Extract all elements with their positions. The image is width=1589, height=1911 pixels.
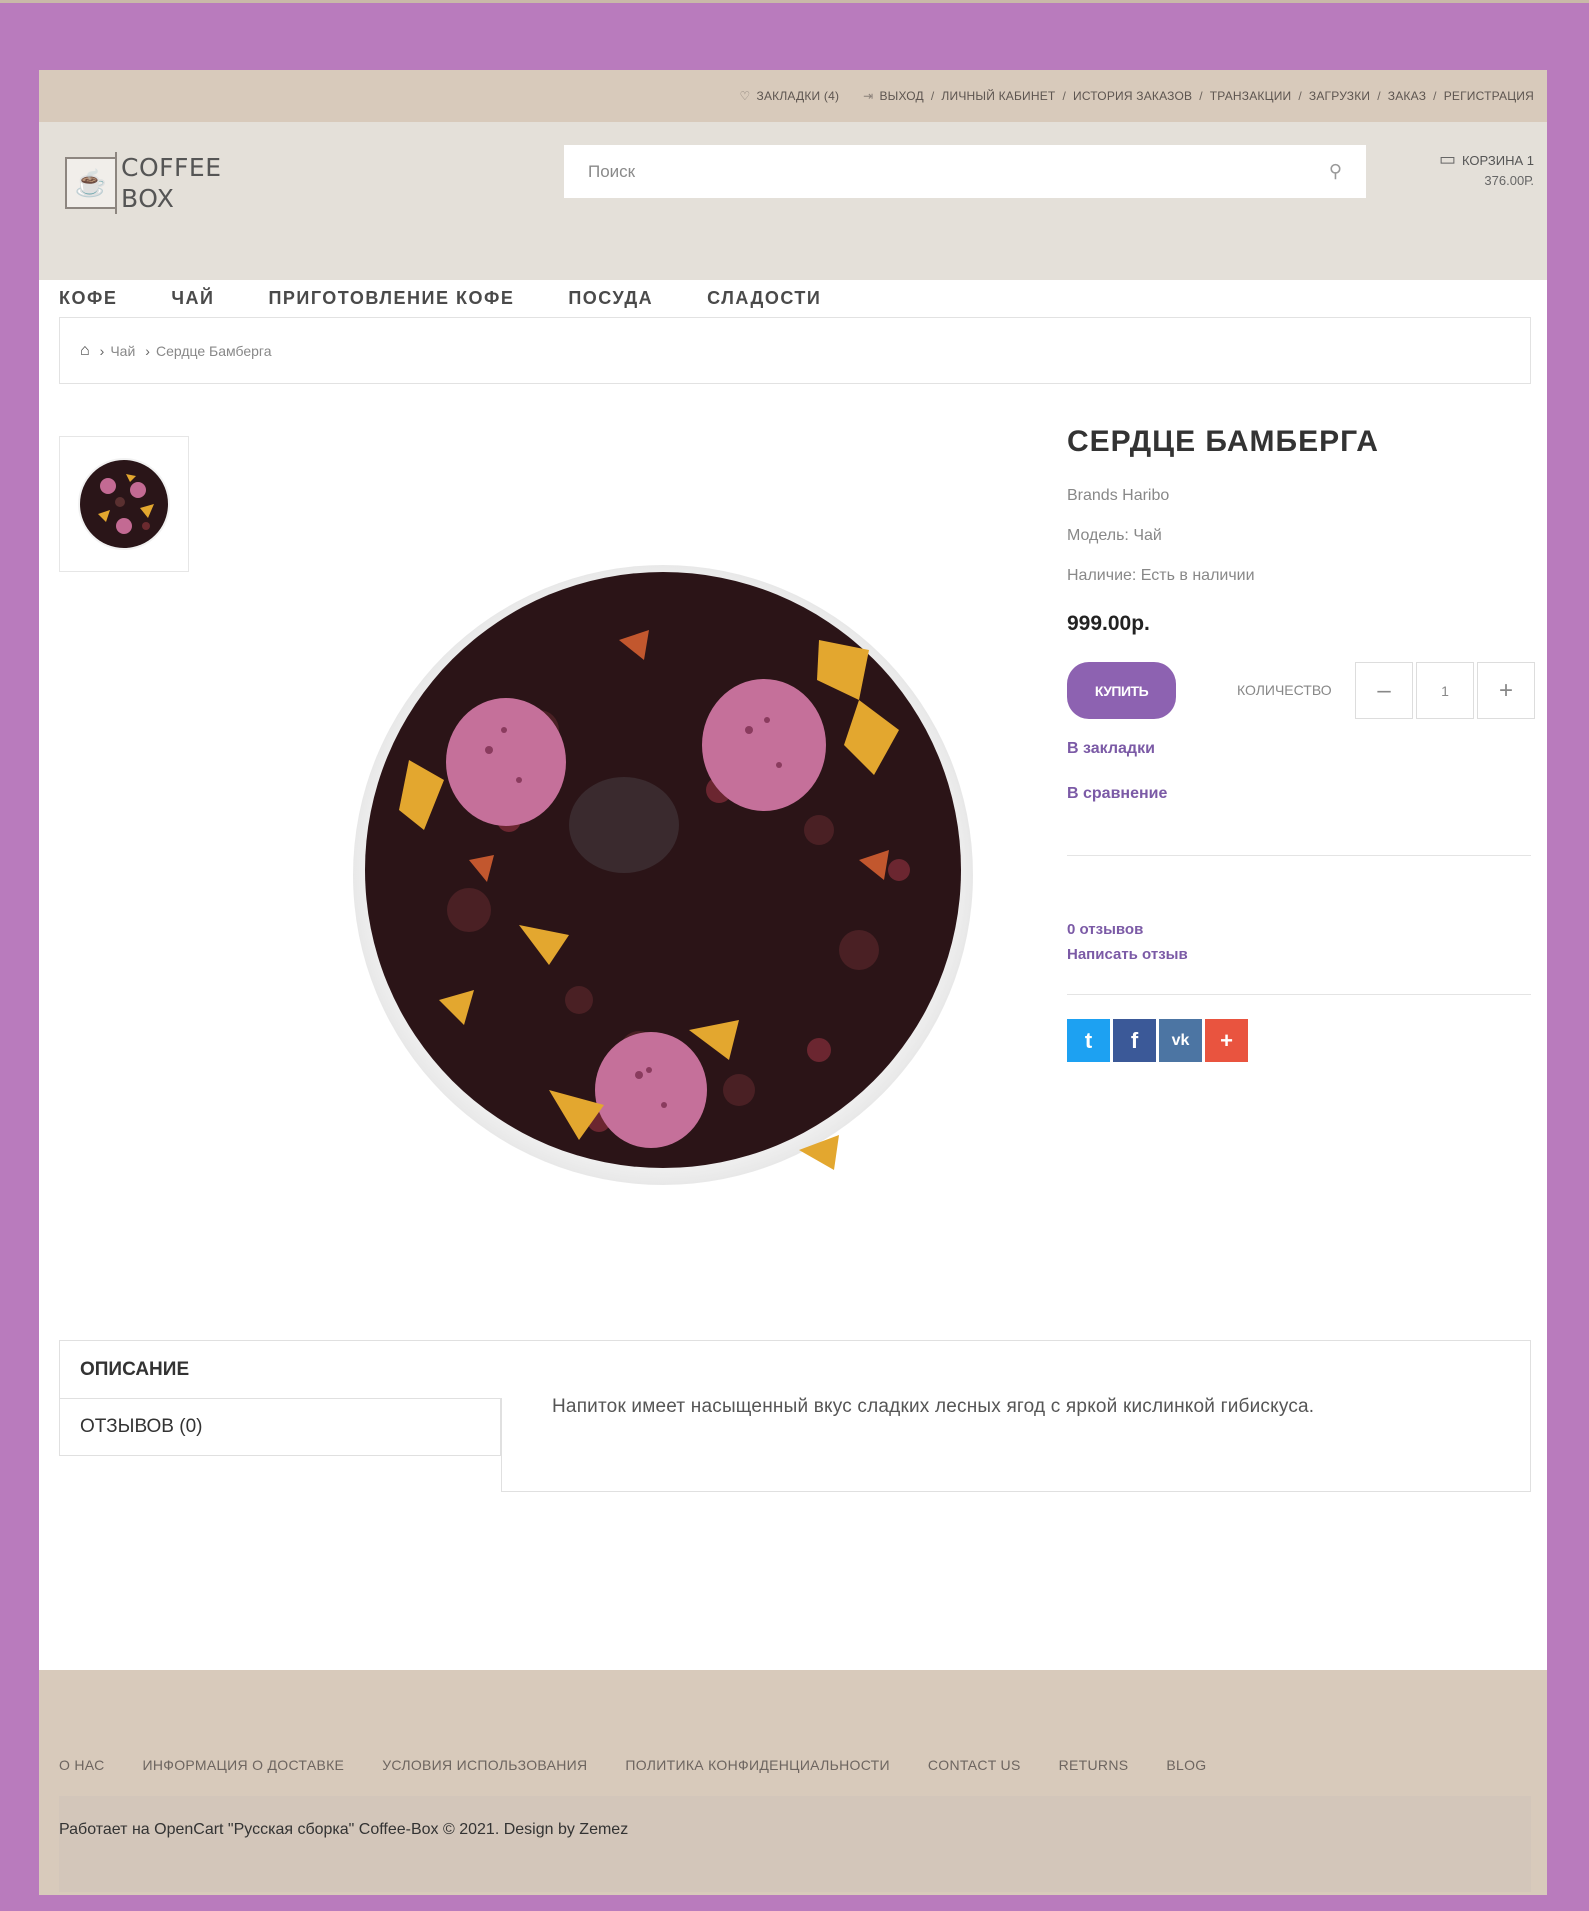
cart-label: КОРЗИНА 1 [1461,153,1534,168]
logo[interactable]: ☕ COFFEE BOX [65,152,222,214]
page: ♡ ЗАКЛАДКИ (4) ⇥ ВЫХОД / ЛИЧНЫЙ КАБИНЕТ … [39,70,1547,1895]
home-icon[interactable]: ⌂ [80,342,90,360]
footer: О НАС ИНФОРМАЦИЯ О ДОСТАВКЕ УСЛОВИЯ ИСПО… [39,1670,1547,1895]
heart-icon: ♡ [739,89,751,103]
product-availability: Наличие: Есть в наличии [1067,567,1255,584]
search-input[interactable] [588,161,1329,182]
logo-line-2: BOX [121,184,175,213]
footer-link-delivery[interactable]: ИНФОРМАЦИЯ О ДОСТАВКЕ [143,1757,345,1773]
product-title: СЕРДЦЕ БАМБЕРГА [1067,425,1379,458]
footer-link-returns[interactable]: RETURNS [1059,1757,1129,1773]
search-bar: ⚲ [564,145,1366,198]
footer-link-terms[interactable]: УСЛОВИЯ ИСПОЛЬЗОВАНИЯ [382,1757,587,1773]
chevron-right-icon: › [145,342,150,359]
tea-thumbnail-image [78,458,170,550]
quantity-input[interactable]: 1 [1416,662,1474,719]
add-to-wishlist-link[interactable]: В закладки [1067,740,1531,758]
separator: / [1377,89,1381,103]
buy-row: купить КОЛИЧЕСТВО – 1 + [1067,662,1535,722]
nav-item-sweets[interactable]: СЛАДОСТИ [707,288,821,309]
share-more-icon[interactable]: + [1205,1019,1248,1062]
browser-top-strip [0,0,1589,3]
bookmarks-link[interactable]: ЗАКЛАДКИ (4) [757,89,840,103]
twitter-icon[interactable]: t [1067,1019,1110,1062]
product-main-image[interactable] [219,530,1059,1230]
product-model: Модель: Чай [1067,527,1162,544]
quantity-decrease-button[interactable]: – [1355,662,1413,719]
checkout-link[interactable]: ЗАКАЗ [1388,89,1426,103]
nav-item-coffee[interactable]: КОФЕ [59,288,117,309]
product-thumbnail[interactable] [59,436,189,572]
write-review-link[interactable]: Написать отзыв [1067,946,1531,963]
separator: / [930,89,935,103]
downloads-link[interactable]: ЗАГРУЗКИ [1309,89,1370,103]
chevron-right-icon: › [99,342,105,359]
nav-item-dishes[interactable]: ПОСУДА [568,288,653,309]
main-nav: КОФЕ ЧАЙ ПРИГОТОВЛЕНИЕ КОФЕ ПОСУДА СЛАДО… [59,288,875,309]
tea-blend-image [353,565,973,1185]
nav-item-tea[interactable]: ЧАЙ [171,288,214,309]
header: ☕ COFFEE BOX ⚲ ▭ КОРЗИНА 1 376.00Р. КОФЕ … [39,122,1547,308]
account-link[interactable]: ЛИЧНЫЙ КАБИНЕТ [941,89,1055,103]
product-info: СЕРДЦЕ БАМБЕРГА Brands Haribo Модель: Ча… [1067,425,1535,1062]
vk-icon[interactable]: vk [1159,1019,1202,1062]
quantity-stepper: – 1 + [1352,662,1535,719]
quantity-increase-button[interactable]: + [1477,662,1535,719]
product-brand[interactable]: Brands Haribo [1067,486,1531,506]
nav-item-coffee-preparation[interactable]: ПРИГОТОВЛЕНИЕ КОФЕ [268,288,514,309]
transactions-link[interactable]: ТРАНЗАКЦИИ [1210,89,1292,103]
divider [1067,855,1531,856]
breadcrumb: ⌂ › Чай › Сердце Бамберга [59,317,1531,384]
separator: / [1433,89,1437,103]
cart-icon: ▭ [1438,149,1456,169]
separator: / [1298,89,1302,103]
product-tabs: ОПИСАНИЕ ОТЗЫВОВ (0) Напиток имеет насыщ… [59,1340,1531,1492]
separator: / [1062,89,1067,103]
logo-line-1: COFFEE [121,153,222,182]
footer-links: О НАС ИНФОРМАЦИЯ О ДОСТАВКЕ УСЛОВИЯ ИСПО… [59,1757,1244,1773]
cart-total: 376.00Р. [1484,173,1534,188]
tab-content-description: Напиток имеет насыщенный вкус сладких ле… [501,1340,1531,1492]
facebook-icon[interactable]: f [1113,1019,1156,1062]
cart[interactable]: ▭ КОРЗИНА 1 376.00Р. [1439,149,1534,191]
product-price: 999.00р. [1067,612,1150,635]
buy-button[interactable]: купить [1067,662,1176,719]
tab-reviews[interactable]: ОТЗЫВОВ (0) [59,1398,501,1456]
breadcrumb-current[interactable]: Сердце Бамберга [156,343,272,359]
separator: / [1199,89,1203,103]
reviews-count-link[interactable]: 0 отзывов [1067,921,1531,938]
search-icon[interactable]: ⚲ [1329,161,1342,182]
order-history-link[interactable]: ИСТОРИЯ ЗАКАЗОВ [1073,89,1192,103]
add-to-compare-link[interactable]: В сравнение [1067,785,1531,803]
logout-icon: ⇥ [863,89,874,103]
breadcrumb-category[interactable]: Чай [110,343,135,359]
footer-link-about[interactable]: О НАС [59,1757,105,1773]
coffee-maker-icon: ☕ [65,157,117,209]
register-link[interactable]: РЕГИСТРАЦИЯ [1444,89,1534,103]
powered-by: Работает на OpenCart "Русская сборка" Co… [59,1796,1531,1892]
top-bar: ♡ ЗАКЛАДКИ (4) ⇥ ВЫХОД / ЛИЧНЫЙ КАБИНЕТ … [39,70,1547,122]
divider [1067,994,1531,995]
social-share: t f vk + [1067,1019,1531,1062]
footer-link-privacy[interactable]: ПОЛИТИКА КОНФИДЕНЦИАЛЬНОСТИ [625,1757,889,1773]
tab-description[interactable]: ОПИСАНИЕ [59,1340,501,1398]
logout-link[interactable]: ВЫХОД [879,89,923,103]
quantity-label: КОЛИЧЕСТВО [1237,682,1332,698]
footer-link-blog[interactable]: BLOG [1166,1757,1206,1773]
footer-link-contact[interactable]: CONTACT US [928,1757,1021,1773]
